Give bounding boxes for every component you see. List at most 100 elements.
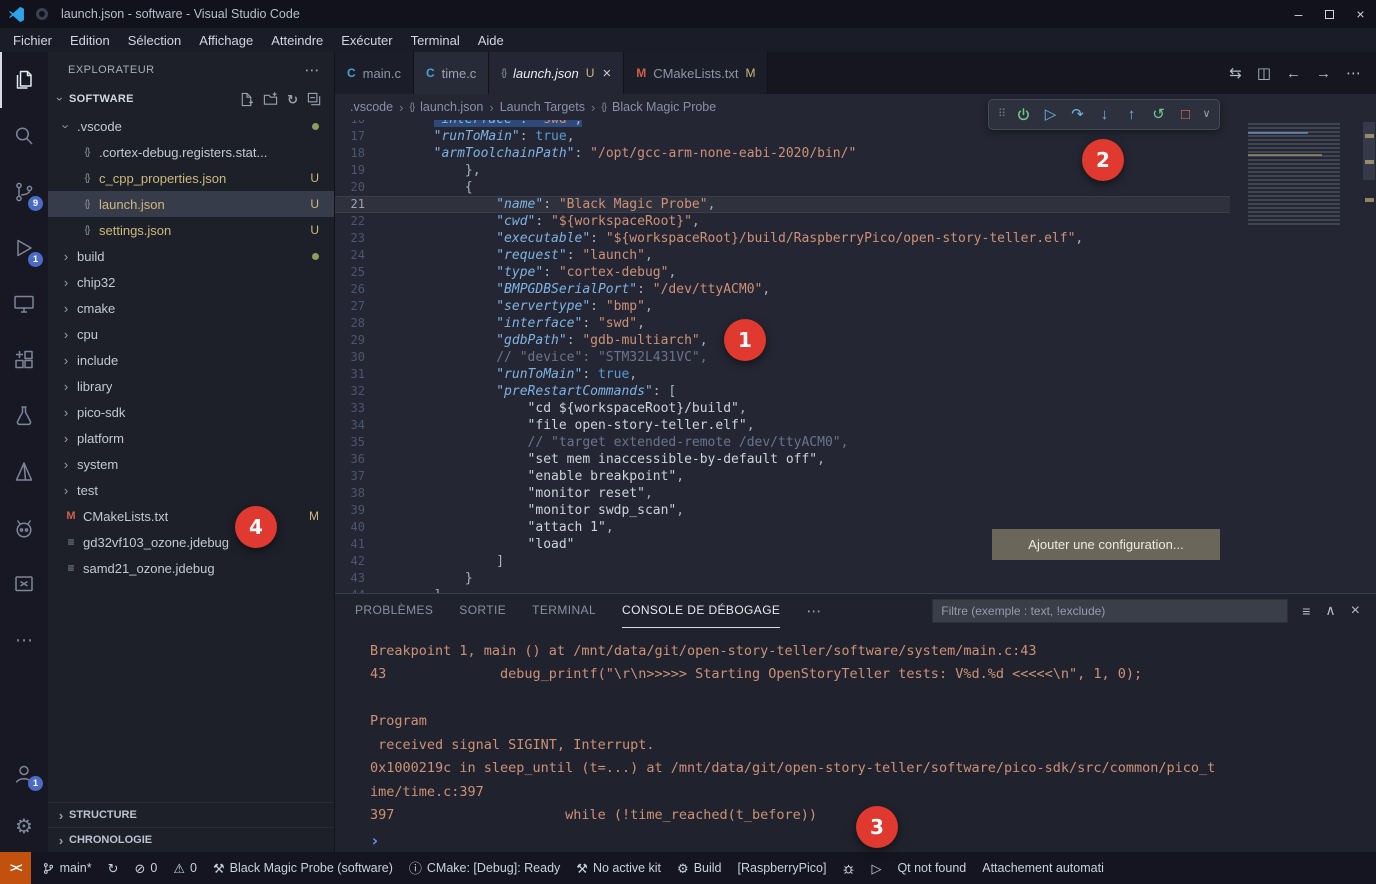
navigate-back-icon[interactable]: ← xyxy=(1286,66,1301,81)
tree-folder-pico-sdk[interactable]: ›pico-sdk xyxy=(48,399,334,425)
tree-folder-chip32[interactable]: ›chip32 xyxy=(48,269,334,295)
tree-folder-cmake[interactable]: ›cmake xyxy=(48,295,334,321)
status-cmake-build[interactable]: ⚙Build xyxy=(669,852,729,884)
activity-explorer-icon[interactable] xyxy=(0,52,48,108)
tree-folder-library[interactable]: ›library xyxy=(48,373,334,399)
add-configuration-button[interactable]: Ajouter une configuration... xyxy=(992,529,1220,560)
status-sync[interactable]: ↻ xyxy=(100,852,127,884)
sidebar-section-chronologie[interactable]: › CHRONOLOGIE xyxy=(48,827,334,852)
tab-time-c[interactable]: Ctime.c xyxy=(414,52,489,94)
status-qt-status[interactable]: Qt not found xyxy=(889,852,974,884)
close-button[interactable]: × xyxy=(1345,0,1376,28)
menu-item-affichage[interactable]: Affichage xyxy=(190,31,262,50)
status-remote[interactable]: >< xyxy=(0,852,31,884)
status-cmake-run[interactable]: ▷ xyxy=(863,852,889,884)
panel-more-icon[interactable]: ⋯ xyxy=(806,602,821,620)
tree-folder-build[interactable]: ›build xyxy=(48,243,334,269)
tree-file-cmakelists-txt[interactable]: MCMakeLists.txtM xyxy=(48,503,334,529)
menu-item-ex-cuter[interactable]: Exécuter xyxy=(332,31,401,50)
sidebar-section-structure[interactable]: › STRUCTURE xyxy=(48,802,334,827)
activity-run-and-debug-icon[interactable]: 1 xyxy=(0,220,48,276)
minimize-button[interactable]: – xyxy=(1283,0,1314,28)
breadcrumb-item-vscode[interactable]: .vscode xyxy=(350,100,393,114)
step-out-icon[interactable]: ↑ xyxy=(1118,101,1145,128)
tree-folder-cpu[interactable]: ›cpu xyxy=(48,321,334,347)
drag-handle-icon[interactable]: ⠿ xyxy=(994,101,1010,128)
code-editor[interactable]: 16 "interface": "swd",17 "runToMain": tr… xyxy=(335,120,1376,593)
activity-source-control-icon[interactable]: 9 xyxy=(0,164,48,220)
restart-icon[interactable]: ↺ xyxy=(1145,101,1172,128)
tree-file-gd32vf103-ozone-jdebug[interactable]: ≡gd32vf103_ozone.jdebug xyxy=(48,529,334,555)
menu-item-atteindre[interactable]: Atteindre xyxy=(262,31,332,50)
menu-item-edition[interactable]: Edition xyxy=(61,31,119,50)
refresh-icon[interactable]: ↻ xyxy=(287,93,298,106)
tree-folder-vscode[interactable]: ›.vscode xyxy=(48,113,334,139)
status-launch-config[interactable]: ⚒Black Magic Probe (software) xyxy=(205,852,401,884)
status-warnings[interactable]: ⚠0 xyxy=(165,852,205,884)
status-cmake-target[interactable]: [RaspberryPico] xyxy=(730,852,835,884)
status-cmake-debug[interactable] xyxy=(834,852,863,884)
tree-file-launch-json[interactable]: {}launch.jsonU xyxy=(48,191,334,217)
status-cmake-kit[interactable]: ⚒No active kit xyxy=(568,852,669,884)
status-git-branch[interactable]: main* xyxy=(34,852,100,884)
tree-folder-system[interactable]: ›system xyxy=(48,451,334,477)
menu-item-s-lection[interactable]: Sélection xyxy=(119,31,190,50)
dropdown-icon[interactable]: ∨ xyxy=(1199,101,1214,128)
close-icon[interactable]: × xyxy=(602,65,611,82)
tree-file-c-cpp-properties-json[interactable]: {}c_cpp_properties.jsonU xyxy=(48,165,334,191)
tab-launch-json[interactable]: {}launch.jsonU× xyxy=(489,52,624,94)
activity-cmake-icon[interactable] xyxy=(0,444,48,500)
status-auto-attach[interactable]: Attachement automati xyxy=(974,852,1112,884)
step-into-icon[interactable]: ↓ xyxy=(1091,101,1118,128)
activity-platformio-icon[interactable] xyxy=(0,500,48,556)
new-file-icon[interactable] xyxy=(239,92,254,107)
filter-input[interactable] xyxy=(932,599,1288,623)
menu-item-fichier[interactable]: Fichier xyxy=(4,31,61,50)
more-icon[interactable]: ⋯ xyxy=(1346,66,1361,81)
status-errors[interactable]: ⊘0 xyxy=(126,852,165,884)
status-cmake-status[interactable]: ⓘCMake: [Debug]: Ready xyxy=(401,852,568,884)
activity-accounts-icon[interactable]: 1 xyxy=(0,748,48,800)
tree-folder-include[interactable]: ›include xyxy=(48,347,334,373)
menu-item-aide[interactable]: Aide xyxy=(469,31,513,50)
step-over-icon[interactable]: ↷ xyxy=(1064,101,1091,128)
activity-search-icon[interactable] xyxy=(0,108,48,164)
tree-folder-test[interactable]: ›test xyxy=(48,477,334,503)
power-icon[interactable] xyxy=(1010,101,1037,128)
panel-tab-terminal[interactable]: TERMINAL xyxy=(532,594,596,628)
tree-file-cortex-debug-registers-stat[interactable]: {}.cortex-debug.registers.stat... xyxy=(48,139,334,165)
sidebar-section-software[interactable]: › SOFTWARE ↻ xyxy=(48,87,334,111)
editor-scrollbar[interactable] xyxy=(1362,120,1376,593)
new-folder-icon[interactable] xyxy=(263,92,278,107)
filter-icon[interactable]: ≡ xyxy=(1302,603,1310,619)
breadcrumb-item-launch-targets[interactable]: Launch Targets xyxy=(500,100,585,114)
maximize-button[interactable] xyxy=(1314,0,1345,28)
panel-tab-probl-mes[interactable]: PROBLÈMES xyxy=(355,594,433,628)
activity-testing-icon[interactable] xyxy=(0,388,48,444)
tab-main-c[interactable]: Cmain.c xyxy=(335,52,414,94)
menu-item-terminal[interactable]: Terminal xyxy=(402,31,469,50)
scrollbar-thumb[interactable] xyxy=(1363,122,1375,180)
continue-icon[interactable]: ▷ xyxy=(1037,101,1064,128)
more-actions-icon[interactable]: ⋯ xyxy=(305,61,321,79)
compare-changes-icon[interactable]: ⇆ xyxy=(1229,66,1242,81)
activity-more-icon[interactable]: ⋯ xyxy=(0,612,48,668)
panel-tab-console-de-d-bogage[interactable]: CONSOLE DE DÉBOGAGE xyxy=(622,594,780,628)
tab-cmakelists-txt[interactable]: MCMakeLists.txtM xyxy=(624,52,768,94)
activity-ozone-icon[interactable] xyxy=(0,556,48,612)
activity-settings-icon[interactable]: ⚙ xyxy=(0,800,48,852)
stop-icon[interactable]: □ xyxy=(1172,101,1199,128)
tree-folder-platform[interactable]: ›platform xyxy=(48,425,334,451)
tree-file-samd21-ozone-jdebug[interactable]: ≡samd21_ozone.jdebug xyxy=(48,555,334,581)
tree-file-settings-json[interactable]: {}settings.jsonU xyxy=(48,217,334,243)
collapse-all-icon[interactable] xyxy=(307,92,322,107)
maximize-panel-icon[interactable]: ∧ xyxy=(1325,602,1335,619)
activity-extensions-icon[interactable] xyxy=(0,332,48,388)
split-editor-icon[interactable]: ◫ xyxy=(1257,66,1271,81)
close-panel-icon[interactable]: × xyxy=(1351,602,1360,620)
breadcrumb-item-black-magic-probe[interactable]: Black Magic Probe xyxy=(612,100,716,114)
navigate-forward-icon[interactable]: → xyxy=(1316,66,1331,81)
minimap[interactable] xyxy=(1240,120,1362,593)
activity-remote-explorer-icon[interactable] xyxy=(0,276,48,332)
panel-tab-sortie[interactable]: SORTIE xyxy=(459,594,506,628)
